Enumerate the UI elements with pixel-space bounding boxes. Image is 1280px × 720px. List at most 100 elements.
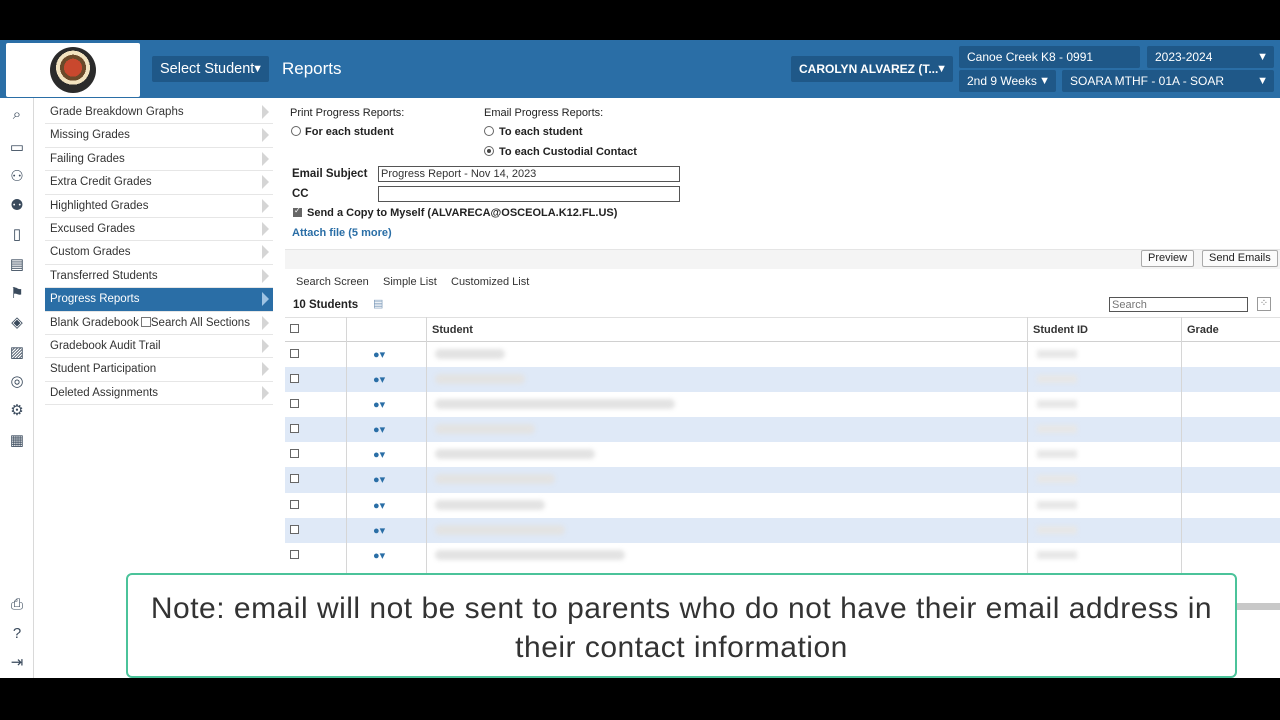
- school-dropdown[interactable]: Canoe Creek K8 - 0991: [959, 46, 1140, 68]
- send-emails-button[interactable]: Send Emails: [1202, 250, 1278, 267]
- print-icon[interactable]: ⎙: [8, 596, 26, 614]
- menu-item-label: Deleted Assignments: [50, 386, 159, 399]
- column-header-grade[interactable]: Grade: [1187, 324, 1219, 336]
- email-reports-heading: Email Progress Reports:: [484, 107, 604, 119]
- teacher-dropdown[interactable]: CAROLYN ALVAREZ (T... ▼: [791, 56, 953, 82]
- horizontal-scrollbar[interactable]: [1237, 603, 1280, 610]
- menu-item[interactable]: Deleted Assignments: [45, 382, 273, 406]
- menu-item[interactable]: Missing Grades: [45, 124, 273, 148]
- calendar-icon[interactable]: ▦: [8, 432, 26, 450]
- menu-item[interactable]: Extra Credit Grades: [45, 171, 273, 195]
- row-checkbox[interactable]: [290, 374, 299, 384]
- chevron-right-icon: [262, 175, 269, 190]
- year-dropdown[interactable]: 2023-2024 ▼: [1147, 46, 1274, 68]
- tab-simple-list[interactable]: Simple List: [383, 276, 437, 288]
- email-custodial-contact-radio[interactable]: [484, 146, 494, 156]
- table-row[interactable]: ●▾: [285, 367, 1280, 393]
- column-divider: [1181, 317, 1182, 609]
- student-count: 10 Students: [293, 299, 359, 311]
- table-row[interactable]: ●▾: [285, 392, 1280, 417]
- menu-item[interactable]: Blank Gradebook Search All Sections: [45, 312, 273, 335]
- table-row[interactable]: ●▾: [285, 342, 1280, 367]
- email-subject-input[interactable]: Progress Report - Nov 14, 2023: [378, 166, 680, 182]
- logout-icon[interactable]: ⇥: [8, 654, 26, 672]
- person-menu-icon[interactable]: ●▾: [373, 423, 385, 436]
- person-menu-icon[interactable]: ●▾: [373, 398, 385, 411]
- chevron-down-icon: ▼: [936, 63, 947, 75]
- menu-item[interactable]: Highlighted Grades: [45, 195, 273, 218]
- person-menu-icon[interactable]: ●▾: [373, 373, 385, 386]
- menu-item-label: Missing Grades: [50, 129, 130, 142]
- chart-icon[interactable]: ▨: [8, 344, 26, 362]
- report-card-icon[interactable]: ▤: [8, 256, 26, 274]
- column-header-student[interactable]: Student: [432, 324, 473, 336]
- student-name-redacted: [435, 424, 535, 435]
- table-row[interactable]: ●▾: [285, 442, 1280, 467]
- attach-file-link[interactable]: Attach file (5 more): [292, 227, 392, 239]
- chevron-down-icon: ▼: [252, 63, 263, 75]
- select-student-dropdown[interactable]: Select Student ▼: [152, 56, 269, 82]
- person-menu-icon[interactable]: ●▾: [373, 499, 385, 512]
- gear-icon[interactable]: ⚙: [8, 402, 26, 420]
- menu-item[interactable]: Excused Grades: [45, 218, 273, 242]
- term-value: 2nd 9 Weeks: [967, 74, 1037, 88]
- tab-search-screen[interactable]: Search Screen: [296, 276, 369, 288]
- graduation-cap-icon[interactable]: ◈: [8, 314, 26, 332]
- send-copy-label: Send a Copy to Myself (ALVARECA@OSCEOLA.…: [307, 207, 618, 219]
- student-id-redacted: [1037, 475, 1077, 484]
- row-checkbox[interactable]: [290, 349, 299, 358]
- person-menu-icon[interactable]: ●▾: [373, 549, 385, 562]
- row-checkbox[interactable]: [290, 424, 299, 434]
- book-icon[interactable]: ▯: [8, 226, 26, 244]
- row-checkbox[interactable]: [290, 399, 299, 409]
- select-all-checkbox[interactable]: [290, 324, 299, 333]
- menu-item[interactable]: Student Participation: [45, 358, 273, 382]
- preview-button[interactable]: Preview: [1141, 250, 1195, 267]
- row-checkbox[interactable]: [290, 524, 299, 534]
- table-row[interactable]: ●▾: [285, 543, 1280, 568]
- export-icon[interactable]: ▤: [373, 297, 383, 310]
- monitor-icon[interactable]: ▭: [8, 139, 26, 157]
- menu-item[interactable]: Grade Breakdown Graphs: [45, 101, 273, 125]
- menu-item[interactable]: Failing Grades: [45, 148, 273, 172]
- menu-item[interactable]: Custom Grades: [45, 241, 273, 265]
- menu-item-label: Blank Gradebook: [50, 316, 139, 329]
- row-checkbox[interactable]: [290, 499, 299, 509]
- menu-item-label: Gradebook Audit Trail: [50, 339, 161, 352]
- help-icon[interactable]: ?: [8, 625, 26, 643]
- table-row[interactable]: ●▾: [285, 517, 1280, 543]
- person-switch-icon[interactable]: ⚇: [8, 168, 26, 186]
- column-header-student-id[interactable]: Student ID: [1033, 324, 1088, 336]
- send-copy-checkbox[interactable]: [293, 206, 302, 217]
- grid-settings-icon[interactable]: ⁘: [1257, 297, 1271, 311]
- row-checkbox[interactable]: [290, 549, 299, 559]
- cc-input[interactable]: [378, 186, 680, 202]
- person-menu-icon[interactable]: ●▾: [373, 348, 385, 361]
- district-logo-box[interactable]: [6, 43, 140, 97]
- flag-icon[interactable]: ⚑: [8, 285, 26, 303]
- term-dropdown[interactable]: 2nd 9 Weeks ▼: [959, 70, 1056, 92]
- search-icon[interactable]: ⌕: [8, 106, 26, 124]
- row-checkbox[interactable]: [290, 449, 299, 459]
- email-each-student-radio[interactable]: [484, 126, 494, 136]
- chevron-right-icon: [262, 362, 269, 377]
- lifebuoy-icon[interactable]: ◎: [8, 373, 26, 391]
- table-row[interactable]: ●▾: [285, 417, 1280, 443]
- tab-customized-list[interactable]: Customized List: [451, 276, 529, 288]
- table-row[interactable]: ●▾: [285, 493, 1280, 518]
- menu-item-label: Excused Grades: [50, 222, 136, 235]
- table-header: Student Student ID Grade: [285, 317, 1280, 342]
- person-menu-icon[interactable]: ●▾: [373, 524, 385, 537]
- person-menu-icon[interactable]: ●▾: [373, 473, 385, 486]
- menu-item[interactable]: Transferred Students: [45, 265, 273, 289]
- table-row[interactable]: ●▾: [285, 467, 1280, 493]
- menu-item[interactable]: Progress Reports: [45, 288, 273, 312]
- section-dropdown[interactable]: SOARA MTHF - 01A - SOAR ▼: [1062, 70, 1274, 92]
- row-checkbox[interactable]: [290, 474, 299, 484]
- person-menu-icon[interactable]: ●▾: [373, 448, 385, 461]
- search-input[interactable]: [1109, 297, 1248, 312]
- print-each-student-radio[interactable]: [291, 126, 301, 136]
- menu-item[interactable]: Gradebook Audit Trail: [45, 335, 273, 359]
- search-all-sections-checkbox[interactable]: [140, 316, 151, 327]
- people-icon[interactable]: ⚉: [8, 197, 26, 215]
